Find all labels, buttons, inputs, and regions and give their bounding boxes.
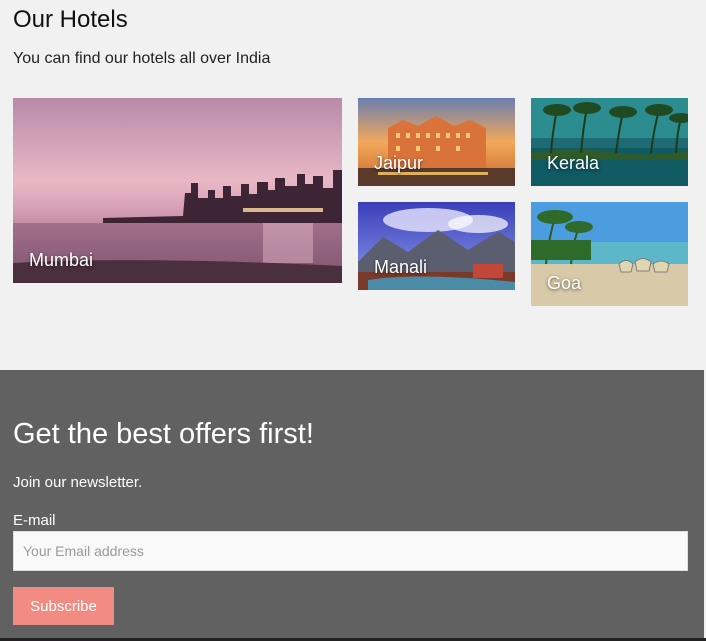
- hotel-card-manali[interactable]: Manali: [358, 202, 515, 290]
- email-input[interactable]: [13, 531, 688, 571]
- hotel-card-mumbai[interactable]: Mumbai: [13, 98, 342, 283]
- hotel-card-jaipur[interactable]: Jaipur: [358, 98, 515, 186]
- email-label: E-mail: [13, 512, 56, 529]
- city-label-mumbai: Mumbai: [29, 250, 94, 270]
- hotel-card-kerala[interactable]: Kerala: [531, 98, 688, 186]
- city-label-manali: Manali: [374, 257, 428, 277]
- newsletter-section: Get the best offers first! Join our news…: [0, 370, 704, 638]
- city-label-goa: Goa: [547, 273, 582, 293]
- page-title: Our Hotels: [13, 6, 128, 33]
- hotels-section: Our Hotels You can find our hotels all o…: [0, 0, 706, 370]
- city-label-kerala: Kerala: [547, 153, 600, 173]
- hotel-card-goa[interactable]: Goa: [531, 202, 688, 306]
- subscribe-button[interactable]: Subscribe: [13, 587, 114, 625]
- hotels-subtitle: You can find our hotels all over India: [13, 50, 271, 67]
- newsletter-subtitle: Join our newsletter.: [13, 474, 143, 491]
- city-label-jaipur: Jaipur: [374, 153, 424, 173]
- newsletter-title: Get the best offers first!: [13, 418, 314, 450]
